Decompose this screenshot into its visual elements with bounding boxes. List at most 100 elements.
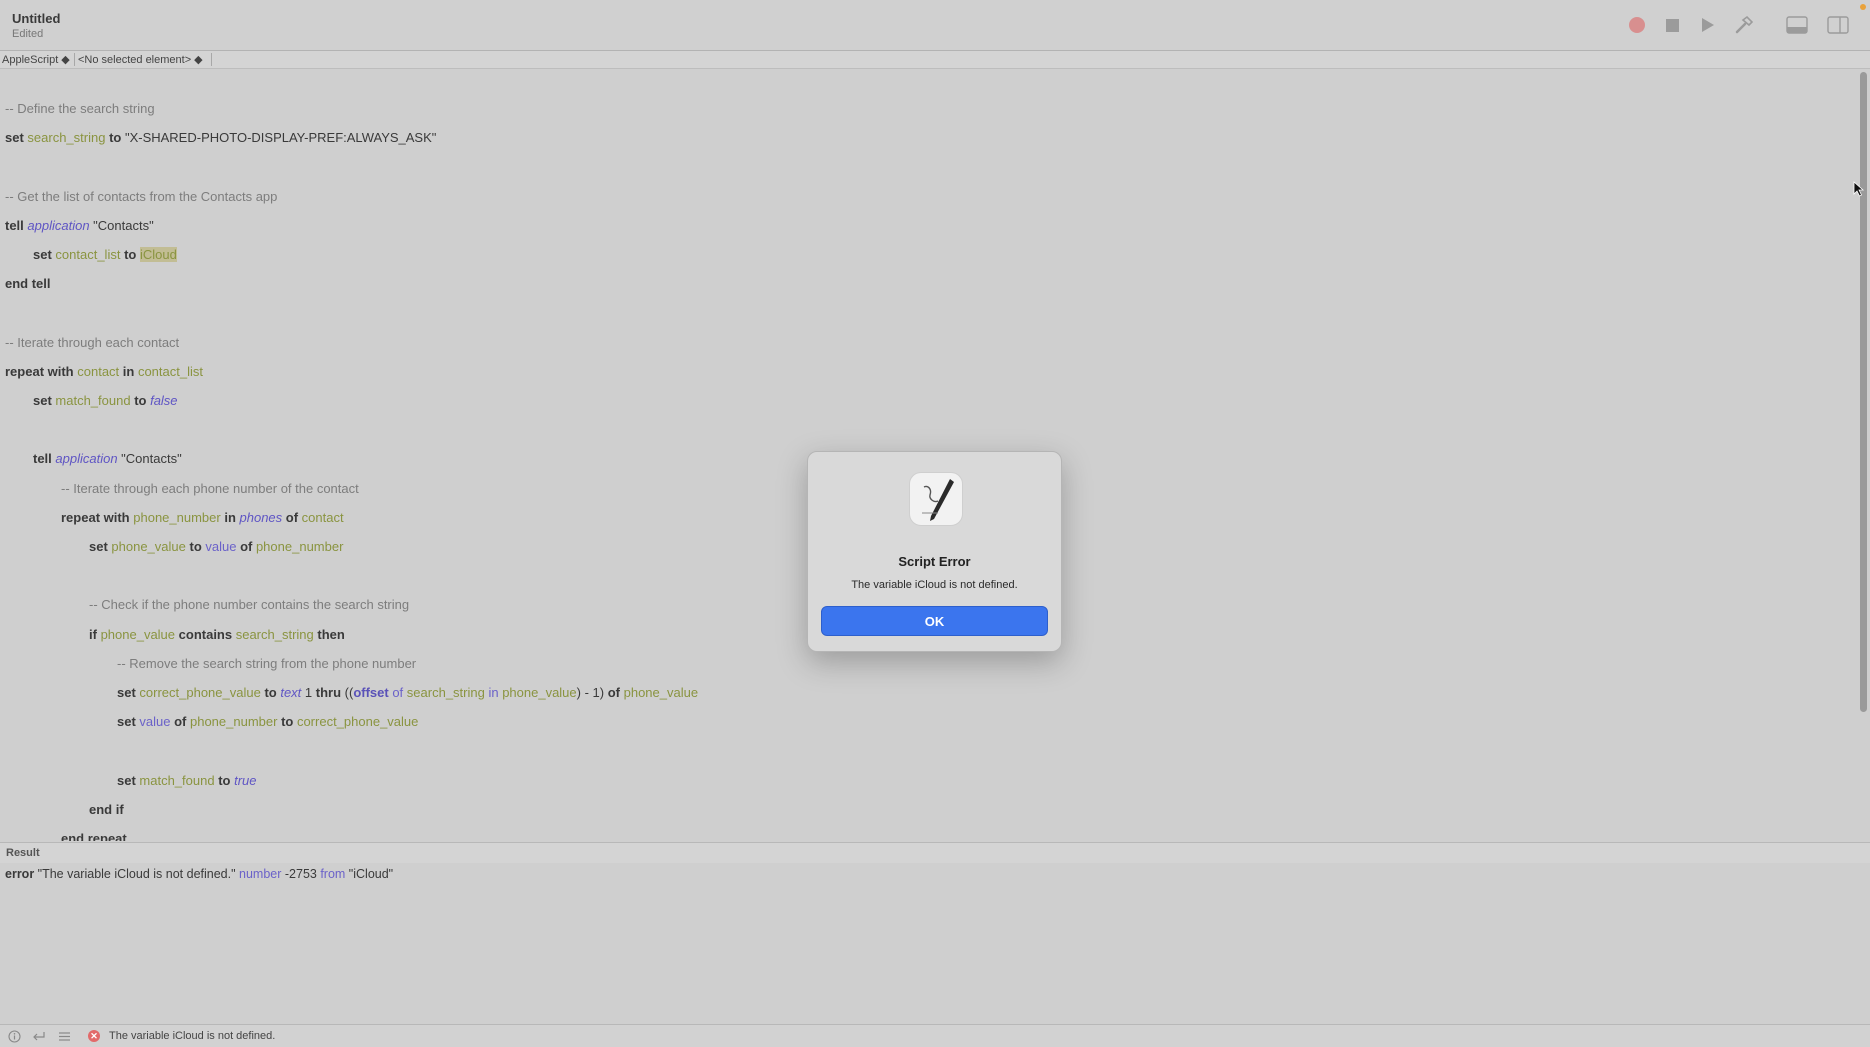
nav-divider	[74, 53, 75, 66]
nav-divider	[211, 53, 212, 66]
code-token: end tell	[5, 276, 51, 292]
bottom-panel-icon	[1786, 16, 1808, 34]
result-text: error "The variable iCloud is not define…	[5, 867, 393, 881]
editor-scroll-thumb[interactable]	[1860, 72, 1867, 712]
show-log-button[interactable]	[1786, 14, 1808, 36]
code-token: set	[117, 714, 140, 730]
code-token: contact	[77, 363, 120, 379]
code-token: iCloud	[139, 247, 177, 262]
code-token: -- Check if the phone number contains th…	[89, 597, 410, 613]
code-token: tell	[33, 451, 56, 467]
code-token: repeat with	[5, 363, 78, 379]
code-token: repeat with	[61, 509, 134, 525]
code-line: -- Iterate through each contact	[5, 335, 179, 350]
show-inspector-button[interactable]	[1827, 14, 1849, 36]
info-icon	[7, 1029, 21, 1043]
code-token: set	[117, 772, 140, 788]
code-token: offset	[353, 685, 389, 700]
code-line: set contact_list to iCloud	[33, 247, 177, 262]
code-token: contains	[175, 626, 236, 642]
script-error-dialog: Script Error The variable iCloud is not …	[807, 451, 1062, 652]
code-token: if	[89, 626, 101, 642]
description-tab-button[interactable]	[7, 1029, 21, 1043]
code-token: ((	[341, 685, 354, 700]
compile-button[interactable]	[1733, 14, 1755, 36]
code-token: to	[185, 539, 206, 554]
code-token: contact	[301, 509, 344, 525]
code-line: tell application "Contacts"	[5, 218, 154, 233]
code-token: -- Iterate through each contact	[5, 334, 180, 350]
code-token: of	[388, 685, 407, 700]
code-token: set	[89, 539, 112, 554]
code-token: to	[105, 130, 125, 146]
code-token: phones	[239, 509, 283, 525]
code-line: end repeat	[61, 831, 127, 841]
code-line: -- Get the list of contacts from the Con…	[5, 189, 277, 204]
code-token: phone_number	[189, 714, 278, 730]
element-popup[interactable]: <No selected element> ◆	[78, 53, 203, 66]
code-token: -- Iterate through each phone number of …	[61, 480, 359, 496]
code-token: to	[277, 714, 297, 730]
code-token: of	[607, 685, 624, 700]
code-token: of	[282, 509, 302, 525]
record-button[interactable]	[1626, 14, 1648, 36]
code-token: contact_list	[137, 363, 203, 379]
code-token: phone_value	[100, 626, 176, 642]
code-token: contact_list	[55, 247, 121, 262]
code-token: value	[139, 714, 171, 730]
stop-button[interactable]	[1661, 14, 1683, 36]
ok-button[interactable]: OK	[821, 606, 1048, 636]
code-token: of	[236, 539, 256, 554]
code-token: error	[5, 867, 38, 881]
document-title: Untitled	[12, 11, 61, 26]
code-line: set match_found to false	[33, 393, 178, 408]
code-token: set	[5, 130, 28, 146]
code-line: -- Define the search string	[5, 101, 155, 116]
language-popup[interactable]: AppleScript ◆	[2, 53, 70, 66]
result-header: Result	[0, 842, 1870, 864]
code-line: if phone_value contains search_string th…	[89, 627, 345, 642]
code-token: end if	[89, 801, 124, 817]
code-token: correct_phone_value	[139, 685, 261, 700]
code-token: true	[234, 772, 257, 788]
code-token: phone_number	[255, 539, 344, 554]
error-icon: ✕	[88, 1030, 100, 1042]
result-label: Result	[6, 847, 40, 859]
navigation-bar: AppleScript ◆ <No selected element> ◆	[0, 51, 1870, 69]
code-token: number	[239, 867, 282, 881]
reply-tab-button[interactable]	[32, 1029, 46, 1043]
code-token: ) - 1)	[576, 685, 608, 700]
code-token: "Contacts"	[117, 451, 182, 467]
error-status-icon-wrap: ✕	[87, 1029, 101, 1043]
code-token: false	[150, 393, 178, 408]
run-button[interactable]	[1697, 14, 1719, 36]
code-token: application	[55, 451, 118, 467]
code-token: -- Define the search string	[5, 101, 155, 116]
list-icon	[58, 1031, 70, 1041]
code-line: end if	[89, 802, 124, 817]
code-token: set	[33, 393, 56, 408]
code-token: match_found	[55, 393, 131, 408]
code-token: text	[280, 685, 302, 700]
title-bar: Untitled Edited	[0, 0, 1870, 51]
code-token: then	[313, 626, 345, 642]
code-token: search_string	[406, 685, 485, 700]
code-line: repeat with contact in contact_list	[5, 364, 203, 379]
hammer-icon	[1735, 15, 1754, 34]
code-token: phone_value	[111, 539, 186, 554]
code-line: set correct_phone_value to text 1 thru (…	[117, 685, 698, 700]
result-pane[interactable]: error "The variable iCloud is not define…	[0, 863, 1870, 1023]
dialog-title: Script Error	[898, 554, 971, 569]
code-token: "Contacts"	[89, 217, 154, 233]
events-tab-button[interactable]	[57, 1029, 71, 1043]
code-line: set match_found to true	[117, 773, 256, 788]
code-token: from	[320, 867, 346, 881]
code-token: -2753	[281, 867, 321, 881]
run-icon	[1702, 18, 1714, 32]
notification-dot	[1860, 4, 1866, 10]
code-line: repeat with phone_number in phones of co…	[61, 510, 344, 525]
code-token: -- Get the list of contacts from the Con…	[5, 188, 278, 204]
dialog-message: The variable iCloud is not defined.	[851, 579, 1018, 591]
code-token: search_string	[235, 626, 314, 642]
code-token: to	[260, 685, 281, 700]
